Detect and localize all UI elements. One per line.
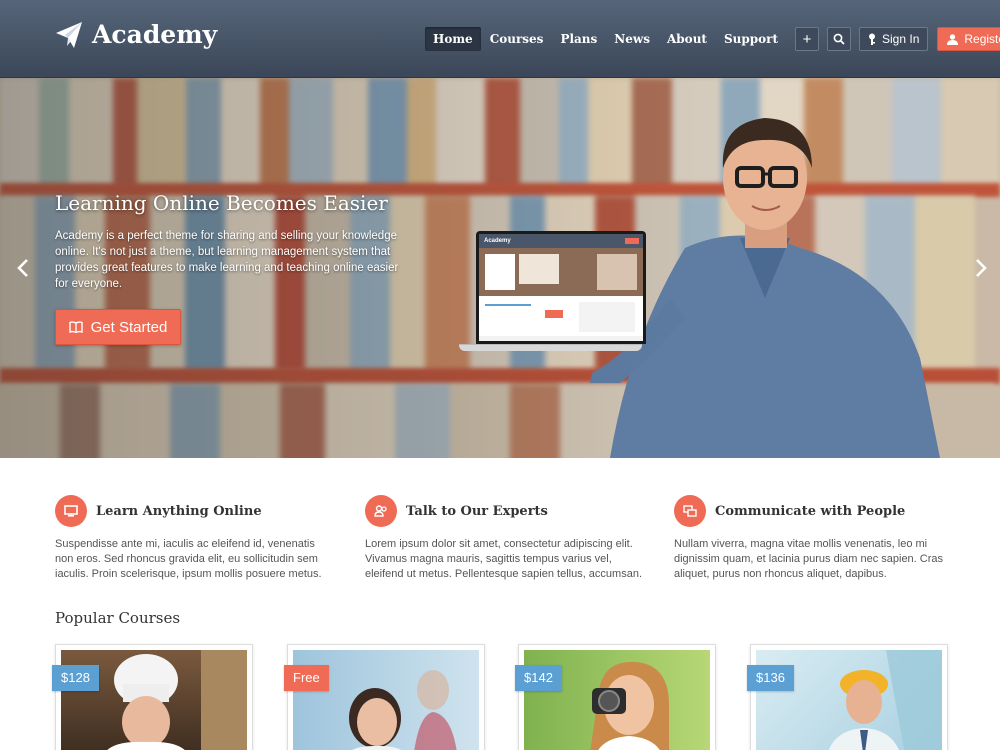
paper-plane-icon (56, 21, 82, 48)
book-icon (68, 321, 83, 333)
course-card[interactable] (518, 644, 716, 750)
register-button[interactable]: Register (937, 27, 1000, 51)
feature-title: Talk to Our Experts (406, 503, 548, 519)
feature-learn: Learn Anything Online Suspendisse ante m… (55, 495, 335, 582)
nav-courses[interactable]: Courses (482, 27, 552, 51)
sign-in-button[interactable]: Sign In (859, 27, 929, 51)
nav-support[interactable]: Support (716, 27, 786, 51)
laptop-logo-text: Academy (484, 238, 511, 244)
main-nav: Home Courses Plans News About Support + … (425, 27, 1000, 51)
slider-prev-arrow[interactable] (17, 256, 29, 282)
feature-title: Communicate with People (715, 503, 906, 519)
feature-experts: Talk to Our Experts Lorem ipsum dolor si… (365, 495, 645, 582)
chat-icon (674, 495, 706, 527)
price-tag: $128 (52, 665, 99, 691)
user-icon (947, 33, 959, 45)
feature-title: Learn Anything Online (96, 503, 262, 519)
nav-home[interactable]: Home (425, 27, 481, 51)
laptop-screen: Academy (479, 234, 643, 341)
feature-text: Lorem ipsum dolor sit amet, consectetur … (365, 538, 642, 580)
hero-title: Learning Online Becomes Easier (55, 191, 388, 215)
hero-description: Academy is a perfect theme for sharing a… (55, 230, 399, 290)
register-label: Register (964, 32, 1000, 46)
add-button[interactable]: + (795, 27, 820, 51)
feature-text: Nullam viverra, magna vitae mollis venen… (674, 538, 944, 580)
slider-next-arrow[interactable] (975, 256, 987, 282)
monitor-icon (55, 495, 87, 527)
price-tag: $142 (515, 665, 562, 691)
course-card[interactable] (287, 644, 485, 750)
plus-icon: + (802, 30, 812, 48)
nav-plans[interactable]: Plans (552, 27, 605, 51)
search-icon (833, 33, 845, 45)
feature-text: Suspendisse ante mi, iaculis ac eleifend… (55, 538, 322, 580)
nav-news[interactable]: News (606, 27, 658, 51)
search-button[interactable] (827, 27, 852, 51)
hero-slider: Learning Online Becomes Easier Academy i… (0, 78, 1000, 458)
users-icon (365, 495, 397, 527)
sign-in-label: Sign In (882, 32, 920, 46)
laptop-base (459, 344, 642, 351)
laptop-image: Academy (476, 231, 646, 344)
get-started-label: Get Started (90, 318, 168, 336)
chevron-left-icon (17, 259, 28, 277)
site-header: Academy Home Courses Plans News About Su… (0, 0, 1000, 78)
price-tag: $136 (747, 665, 794, 691)
price-tag: Free (284, 665, 329, 691)
course-card[interactable] (55, 644, 253, 750)
key-icon (869, 33, 876, 45)
site-logo[interactable]: Academy (55, 20, 217, 49)
nav-about[interactable]: About (659, 27, 715, 51)
logo-text: Academy (92, 20, 218, 49)
feature-communicate: Communicate with People Nullam viverra, … (674, 495, 954, 582)
popular-courses-title: Popular Courses (55, 609, 181, 627)
chevron-right-icon (976, 259, 987, 277)
get-started-button[interactable]: Get Started (55, 309, 181, 345)
course-card[interactable] (750, 644, 948, 750)
